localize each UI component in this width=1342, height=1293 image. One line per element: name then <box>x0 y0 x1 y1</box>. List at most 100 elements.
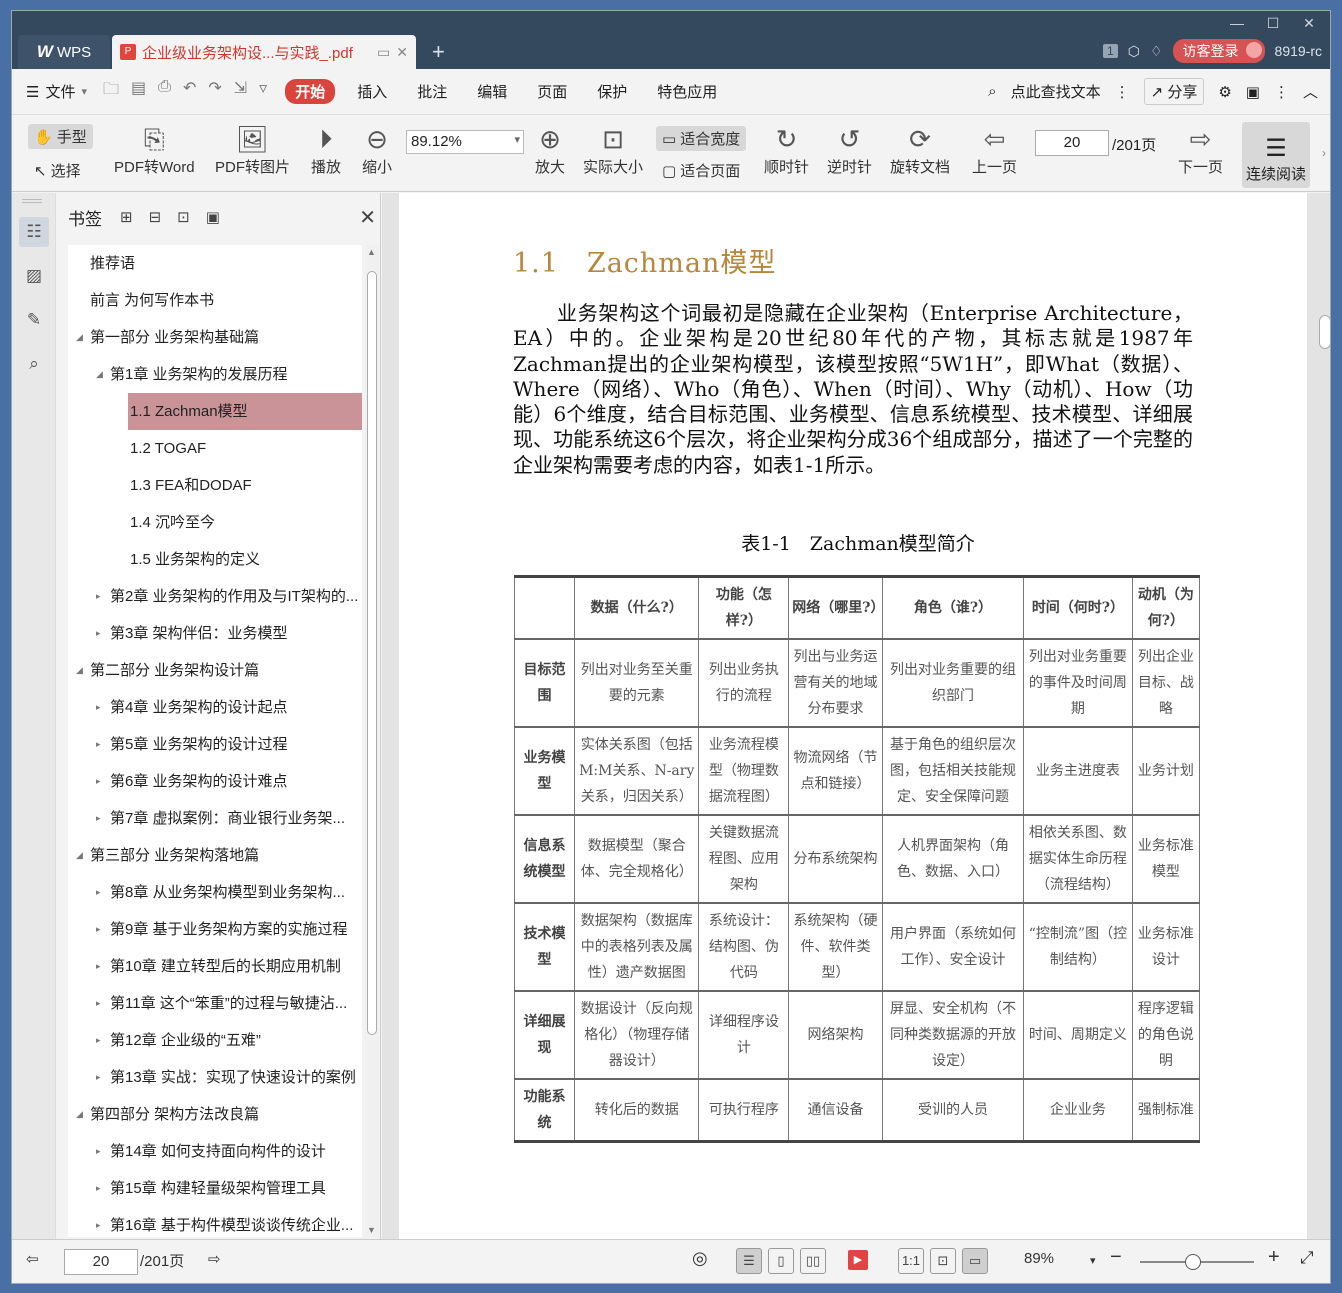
collapse-all-icon[interactable]: ⊟ <box>149 208 162 226</box>
collapsed-arrow-icon[interactable]: ▸ <box>96 948 101 985</box>
collapsed-arrow-icon[interactable]: ▸ <box>96 800 101 837</box>
rotate-clockwise-button[interactable]: ↻ 顺时针 <box>764 122 809 177</box>
collapsed-arrow-icon[interactable]: ▸ <box>96 1207 101 1237</box>
settings-gear-icon[interactable]: ⚙ <box>1218 83 1231 101</box>
new-tab-button[interactable]: + <box>432 39 445 65</box>
maximize-button[interactable]: ☐ <box>1258 13 1288 33</box>
play-button[interactable]: ⏵ 播放 <box>311 122 341 177</box>
close-window-button[interactable]: ✕ <box>1294 13 1324 33</box>
window-count-badge[interactable]: 1 <box>1103 44 1118 58</box>
rotate-counterclockwise-button[interactable]: ↺ 逆时针 <box>827 122 872 177</box>
bookmark-item[interactable]: ▸ 第2章 业务架构的作用及与IT架构的... <box>68 578 362 615</box>
find-text-input[interactable]: 点此查找文本 <box>1011 81 1101 102</box>
open-folder-icon[interactable]: 🗀 <box>103 78 119 105</box>
more-options-icon[interactable]: ⋮ <box>1274 83 1289 101</box>
file-menu[interactable]: ☰ 文件 ▾ <box>26 81 87 102</box>
bookmark-item[interactable]: 1.1 Zachman模型 <box>128 393 362 430</box>
bookmark-item[interactable]: ▸ 第6章 业务架构的设计难点 <box>68 763 362 800</box>
bookmark-item[interactable]: 1.3 FEA和DODAF <box>68 467 362 504</box>
bookmark-item[interactable]: ▸ 第4章 业务架构的设计起点 <box>68 689 362 726</box>
redo-icon[interactable]: ↷ <box>208 78 221 105</box>
zoom-slider[interactable] <box>1140 1254 1254 1270</box>
chat-icon[interactable]: ▣ <box>1246 83 1260 101</box>
shirt-icon[interactable]: ♢ <box>1150 43 1163 60</box>
fit-width-button[interactable]: ▭ 适合宽度 <box>656 126 747 151</box>
prev-page-button[interactable]: ⇦ 上一页 <box>972 122 1017 177</box>
zoom-select[interactable]: 89.12% <box>406 130 524 154</box>
more-vertical-icon[interactable]: ⋮ <box>1115 83 1130 101</box>
tab-page[interactable]: 页面 <box>537 81 567 102</box>
zoom-slider-knob[interactable] <box>1185 1254 1201 1270</box>
single-page-icon[interactable]: ▯ <box>768 1248 794 1274</box>
collapse-ribbon-icon[interactable]: ︿ <box>1303 81 1318 102</box>
bookmark-item[interactable]: ◢ 第1章 业务架构的发展历程 <box>68 356 362 393</box>
scroll-up-icon[interactable]: ▲ <box>367 247 376 257</box>
annotation-panel-icon[interactable]: ✎ <box>19 305 49 335</box>
zoom-dropdown-icon[interactable]: ▾ <box>1090 1254 1096 1267</box>
document-tab[interactable]: P 企业级业务架构设...与实践_.pdf ▭ ✕ <box>112 35 416 69</box>
bookmark-item[interactable]: ▸ 第11章 这个“笨重”的过程与敏捷沾... <box>68 985 362 1022</box>
status-prev-page-icon[interactable]: ⇦ <box>26 1250 39 1268</box>
bookmark-panel-icon[interactable]: ☷ <box>19 217 49 247</box>
expanded-arrow-icon[interactable]: ◢ <box>96 356 103 393</box>
ribbon-scroll-right-icon[interactable]: › <box>1322 146 1326 160</box>
bookmark-item[interactable]: 推荐语 <box>68 245 362 282</box>
status-page-input[interactable]: 20 <box>64 1249 138 1275</box>
hand-tool-button[interactable]: ✋ 手型 <box>28 124 93 149</box>
actual-size-status-icon[interactable]: 1:1 <box>898 1248 924 1274</box>
expanded-arrow-icon[interactable]: ◢ <box>76 652 83 689</box>
bookmark-item[interactable]: ▸ 第3章 架构伴侣：业务模型 <box>68 615 362 652</box>
rotate-document-button[interactable]: ⟳ 旋转文档 <box>890 122 950 177</box>
bookmark-scrollbar[interactable]: ▲ ▼ <box>365 245 379 1237</box>
slideshow-icon[interactable]: ▶ <box>848 1250 868 1270</box>
bookmark-item[interactable]: ▸ 第10章 建立转型后的长期应用机制 <box>68 948 362 985</box>
zoom-plus-icon[interactable]: + <box>1268 1246 1280 1269</box>
bookmark-item[interactable]: ▸ 第7章 虚拟案例：商业银行业务架... <box>68 800 362 837</box>
minimize-button[interactable]: — <box>1222 13 1252 33</box>
expanded-arrow-icon[interactable]: ◢ <box>76 1096 83 1133</box>
bookmark-item[interactable]: ▸ 第13章 实战：实现了快速设计的案例 <box>68 1059 362 1096</box>
two-page-icon[interactable]: ▯▯ <box>800 1248 826 1274</box>
tab-edit[interactable]: 编辑 <box>477 81 507 102</box>
scroll-down-icon[interactable]: ▼ <box>367 1225 376 1235</box>
status-next-page-icon[interactable]: ⇨ <box>208 1250 221 1268</box>
collapsed-arrow-icon[interactable]: ▸ <box>96 874 101 911</box>
close-panel-icon[interactable]: ✕ <box>359 205 376 230</box>
tab-start[interactable]: 开始 <box>285 79 336 104</box>
add-bookmark-icon[interactable]: ⊡ <box>177 208 190 226</box>
bookmark-item[interactable]: ◢ 第四部分 架构方法改良篇 <box>68 1096 362 1133</box>
bookmark-item[interactable]: 1.5 业务架构的定义 <box>68 541 362 578</box>
bookmark-item[interactable]: ▸ 第15章 构建轻量级架构管理工具 <box>68 1170 362 1207</box>
export-icon[interactable]: ⇲ <box>234 78 247 105</box>
tab-insert[interactable]: 插入 <box>357 81 387 102</box>
bookmark-item[interactable]: ▸ 第14章 如何支持面向构件的设计 <box>68 1133 362 1170</box>
bookmark-icon[interactable]: ▣ <box>206 208 220 226</box>
collapsed-arrow-icon[interactable]: ▸ <box>96 1022 101 1059</box>
tab-special[interactable]: 特色应用 <box>657 81 717 102</box>
continuous-reading-button[interactable]: ☰ 连续阅读 <box>1242 122 1310 188</box>
next-page-button[interactable]: ⇨ 下一页 <box>1178 122 1223 177</box>
undo-icon[interactable]: ↶ <box>183 78 196 105</box>
bookmark-item[interactable]: ▸ 第16章 基于构件模型谈谈传统企业... <box>68 1207 362 1237</box>
tab-annotate[interactable]: 批注 <box>417 81 447 102</box>
bookmark-item[interactable]: ▸ 第5章 业务架构的设计过程 <box>68 726 362 763</box>
bookmark-item[interactable]: ◢ 第二部分 业务架构设计篇 <box>68 652 362 689</box>
zoom-minus-icon[interactable]: − <box>1110 1246 1122 1269</box>
bookmark-item[interactable]: ▸ 第8章 从业务架构模型到业务架构... <box>68 874 362 911</box>
collapsed-arrow-icon[interactable]: ▸ <box>96 726 101 763</box>
more-dropdown-icon[interactable]: ▿ <box>259 78 267 105</box>
save-icon[interactable]: ▤ <box>131 78 146 105</box>
document-scrollbar[interactable] <box>1318 193 1330 1239</box>
page-number-input[interactable]: 20 <box>1035 130 1109 156</box>
zoom-in-button[interactable]: ⊕ 放大 <box>535 122 565 177</box>
zoom-percent[interactable]: 89% <box>1024 1250 1054 1267</box>
pdf-to-word-button[interactable]: ⎘ PDF转Word <box>114 122 195 177</box>
collapsed-arrow-icon[interactable]: ▸ <box>96 763 101 800</box>
expanded-arrow-icon[interactable]: ◢ <box>76 319 83 356</box>
collapsed-arrow-icon[interactable]: ▸ <box>96 911 101 948</box>
tab-protect[interactable]: 保护 <box>597 81 627 102</box>
expand-all-icon[interactable]: ⊞ <box>120 208 133 226</box>
document-scroll-thumb[interactable] <box>1319 315 1330 349</box>
collapsed-arrow-icon[interactable]: ▸ <box>96 1133 101 1170</box>
print-icon[interactable]: ⎙ <box>158 78 171 105</box>
